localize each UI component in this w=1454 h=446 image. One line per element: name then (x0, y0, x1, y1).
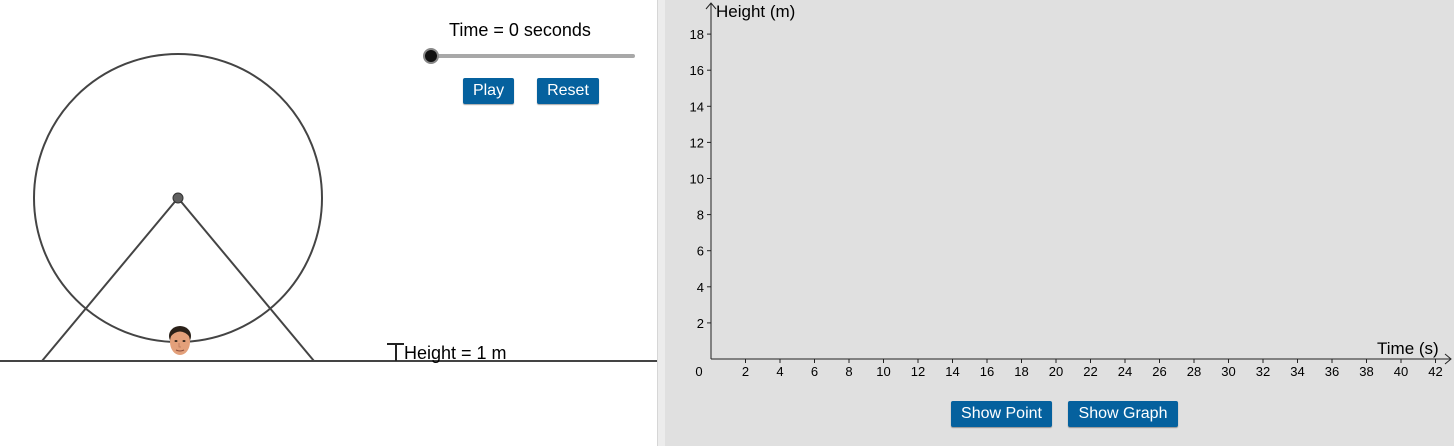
y-tick-label: 4 (697, 280, 704, 295)
y-tick-label: 18 (690, 27, 704, 42)
x-tick-label: 18 (1014, 364, 1028, 379)
x-tick-label: 8 (845, 364, 852, 379)
y-tick-label: 12 (690, 135, 704, 150)
x-tick-label: 2 (742, 364, 749, 379)
x-tick-label: 30 (1221, 364, 1235, 379)
x-tick-label: 6 (811, 364, 818, 379)
x-tick-label: 20 (1049, 364, 1063, 379)
height-readout: Height = 1 m (404, 343, 507, 363)
x-axis-label: Time (s) (1377, 339, 1439, 358)
x-tick-label: 4 (776, 364, 783, 379)
x-tick-label: 16 (980, 364, 994, 379)
y-axis-label: Height (m) (716, 2, 796, 21)
y-tick-label: 6 (697, 244, 704, 259)
time-slider-handle[interactable] (423, 48, 439, 64)
x-axis-ticks: 0 2 4 6 8 10 12 14 16 18 20 22 24 26 28 30 32 34 36 38 40 42 (695, 359, 1443, 379)
support-right (177, 197, 315, 362)
y-tick-label: 16 (690, 63, 704, 78)
play-button[interactable]: Play (463, 78, 514, 104)
y-tick-label: 8 (697, 208, 704, 223)
x-tick-label: 34 (1290, 364, 1304, 379)
time-readout: Time = 0 seconds (449, 20, 591, 40)
x-tick-label: 0 (695, 364, 702, 379)
x-tick-label: 28 (1187, 364, 1201, 379)
support-left (41, 197, 179, 362)
x-tick-label: 22 (1083, 364, 1097, 379)
graph-view: 2 4 6 8 10 12 14 16 18 0 2 4 6 8 10 12 14 16 18 20 22 24 26 28… (665, 0, 1454, 446)
x-tick-label: 12 (911, 364, 925, 379)
x-tick-label: 42 (1428, 364, 1442, 379)
x-tick-label: 32 (1256, 364, 1270, 379)
y-axis-ticks: 2 4 6 8 10 12 14 16 18 (690, 27, 711, 331)
rider-face-icon (169, 326, 191, 355)
ferris-wheel-drawing (0, 48, 657, 362)
show-graph-button[interactable]: Show Graph (1068, 401, 1178, 427)
x-tick-label: 36 (1325, 364, 1339, 379)
x-tick-label: 26 (1152, 364, 1166, 379)
x-tick-label: 38 (1359, 364, 1373, 379)
x-tick-label: 24 (1118, 364, 1132, 379)
show-point-button[interactable]: Show Point (951, 401, 1052, 427)
panel-divider[interactable] (657, 0, 665, 446)
reset-button[interactable]: Reset (537, 78, 599, 104)
x-tick-label: 14 (945, 364, 959, 379)
y-tick-label: 2 (697, 316, 704, 331)
ferris-wheel-view: Time = 0 seconds Play Reset Height = 1 m (0, 0, 657, 446)
x-tick-label: 10 (876, 364, 890, 379)
height-time-graph: 24681012141618 0 2 4 6 8 10 12 14 16 18 20 22 24 26 28… (690, 2, 1452, 379)
x-tick-label: 40 (1394, 364, 1408, 379)
y-tick-label: 14 (690, 99, 704, 114)
y-tick-label: 10 (690, 172, 704, 187)
wheel-hub (172, 192, 184, 204)
